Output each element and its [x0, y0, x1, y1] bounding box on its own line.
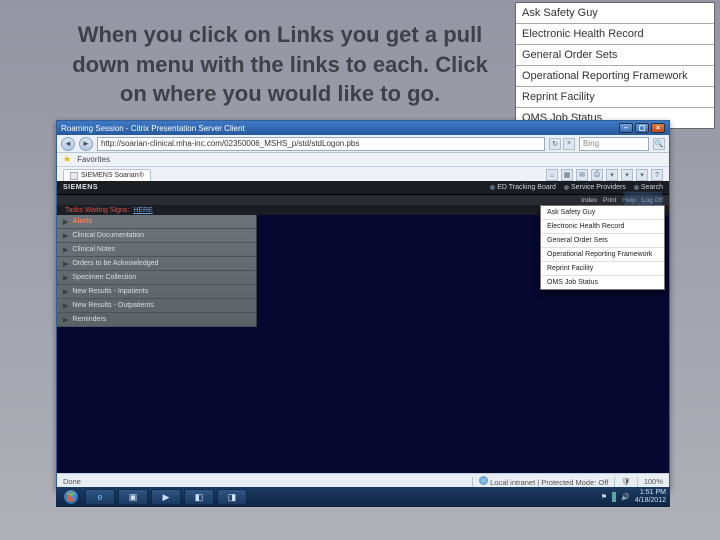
system-tray: ⚑ 🔊 1:51 PM 4/18/2012 — [601, 489, 666, 504]
minimize-button[interactable]: – — [619, 123, 633, 133]
tray-sound-icon[interactable]: 🔊 — [621, 493, 630, 501]
alert-link[interactable]: HERE — [133, 207, 152, 214]
refresh-icon[interactable]: ↻ — [549, 138, 561, 150]
home-icon[interactable]: ⌂ — [546, 169, 558, 181]
callout-item[interactable]: Ask Safety Guy — [516, 3, 714, 24]
soarian-app: SIEMENS ED Tracking Board Service Provid… — [57, 181, 669, 473]
favorites-star-icon[interactable]: ★ — [63, 154, 71, 165]
browser-nav-row: ◄ ► http://soarian-clinical.mha-inc.com/… — [57, 135, 669, 153]
links-dropdown-item[interactable]: Ask Safety Guy — [541, 206, 664, 220]
links-dropdown-item[interactable]: Reprint Facility — [541, 262, 664, 276]
appbar-link-ed-tracking[interactable]: ED Tracking Board — [490, 184, 556, 191]
chevron-right-icon: ▶ — [63, 246, 68, 254]
leftpanel-item-alerts[interactable]: ▶Alerts — [57, 215, 256, 229]
tab-strip: SIEMENS Soarian® ⌂ ▦ ✉ ⎙ ▾ ▾ ▾ ? — [57, 167, 669, 181]
leftpanel-item[interactable]: ▶Clinical Notes — [57, 243, 256, 257]
taskbar-explorer-button[interactable]: ▣ — [118, 489, 148, 505]
slide-headline: When you click on Links you get a pull d… — [70, 20, 490, 109]
mail-icon[interactable]: ✉ — [576, 169, 588, 181]
callout-item[interactable]: Reprint Facility — [516, 87, 714, 108]
print-icon[interactable]: ⎙ — [591, 169, 603, 181]
windows-taskbar: e ▣ ▶ ◧ ◨ ⚑ 🔊 1:51 PM 4/18/2012 — [56, 487, 670, 507]
chevron-right-icon: ▶ — [63, 232, 68, 240]
back-button[interactable]: ◄ — [61, 137, 75, 151]
browser-tab[interactable]: SIEMENS Soarian® — [63, 169, 151, 181]
callout-item[interactable]: Electronic Health Record — [516, 24, 714, 45]
close-button[interactable]: × — [651, 123, 665, 133]
taskbar-media-button[interactable]: ▶ — [151, 489, 181, 505]
windows-orb-icon — [63, 489, 79, 505]
window-titlebar: Roaming Session - Citrix Presentation Se… — [57, 121, 669, 135]
globe-icon — [479, 476, 488, 485]
appbar-link-search[interactable]: Search — [634, 184, 663, 191]
links-dropdown-item[interactable]: General Order Sets — [541, 234, 664, 248]
chevron-right-icon: ▶ — [63, 274, 68, 282]
chevron-right-icon: ▶ — [63, 316, 68, 324]
help-icon[interactable]: ? — [651, 169, 663, 181]
brand-label: SIEMENS — [63, 184, 98, 191]
status-zoom[interactable]: 100% — [644, 477, 663, 486]
tray-clock[interactable]: 1:51 PM 4/18/2012 — [635, 489, 666, 504]
page-menu-icon[interactable]: ▾ — [606, 169, 618, 181]
favorites-bar: ★ Favorites — [57, 153, 669, 167]
links-dropdown-item[interactable]: Operational Reporting Framework — [541, 248, 664, 262]
links-dropdown: Ask Safety Guy Electronic Health Record … — [540, 205, 665, 290]
app-sub-bar: Index Print Help Log Off — [57, 195, 669, 205]
maximize-button[interactable]: ▢ — [635, 123, 649, 133]
links-dropdown-item[interactable]: Electronic Health Record — [541, 220, 664, 234]
subbar-print[interactable]: Print — [603, 197, 616, 204]
leftpanel-item[interactable]: ▶New Results - Inpatients — [57, 285, 256, 299]
status-security-icon: 🛡 — [621, 477, 631, 486]
tray-network-icon[interactable] — [612, 492, 616, 502]
callout-item[interactable]: Operational Reporting Framework — [516, 66, 714, 87]
chevron-right-icon: ▶ — [63, 218, 68, 226]
callout-links-list: Ask Safety Guy Electronic Health Record … — [515, 2, 715, 129]
callout-item[interactable]: General Order Sets — [516, 45, 714, 66]
favorites-label[interactable]: Favorites — [77, 155, 110, 164]
subbar-logoff[interactable]: Log Off — [642, 197, 663, 204]
status-left: Done — [63, 477, 466, 486]
divider — [637, 477, 638, 487]
tray-flag-icon[interactable]: ⚑ — [601, 493, 607, 501]
page-icon — [70, 172, 78, 180]
browser-window: Roaming Session - Citrix Presentation Se… — [56, 120, 670, 490]
search-box[interactable]: Bing — [579, 137, 649, 151]
appbar-link-service-providers[interactable]: Service Providers — [564, 184, 626, 191]
app-left-panel: ▶Alerts ▶Clinical Documentation ▶Clinica… — [57, 215, 257, 327]
subbar-help[interactable]: Help — [622, 197, 635, 204]
bullet-icon — [490, 185, 495, 190]
leftpanel-item[interactable]: ▶Reminders — [57, 313, 256, 327]
taskbar-ie-button[interactable]: e — [85, 489, 115, 505]
feeds-icon[interactable]: ▦ — [561, 169, 573, 181]
leftpanel-item[interactable]: ▶New Results - Outpatients — [57, 299, 256, 313]
address-bar[interactable]: http://soarian-clinical.mha-inc.com/0235… — [97, 137, 545, 151]
subbar-index[interactable]: Index — [581, 197, 597, 204]
taskbar-app-button[interactable]: ◧ — [184, 489, 214, 505]
window-title: Roaming Session - Citrix Presentation Se… — [61, 124, 619, 133]
tools-menu-icon[interactable]: ▾ — [636, 169, 648, 181]
start-button[interactable] — [60, 487, 82, 507]
links-dropdown-item[interactable]: OMS Job Status — [541, 276, 664, 289]
forward-button[interactable]: ► — [79, 137, 93, 151]
safety-menu-icon[interactable]: ▾ — [621, 169, 633, 181]
divider — [614, 477, 615, 487]
bullet-icon — [564, 185, 569, 190]
leftpanel-item[interactable]: ▶Clinical Documentation — [57, 229, 256, 243]
chevron-right-icon: ▶ — [63, 260, 68, 268]
chevron-right-icon: ▶ — [63, 302, 68, 310]
tab-label: SIEMENS Soarian® — [81, 170, 144, 181]
divider — [472, 477, 473, 487]
alert-text: Tasks Waiting Signs: — [65, 207, 129, 214]
search-icon[interactable]: 🔍 — [653, 138, 665, 150]
app-top-bar: SIEMENS ED Tracking Board Service Provid… — [57, 181, 669, 195]
taskbar-app-button[interactable]: ◨ — [217, 489, 247, 505]
leftpanel-item[interactable]: ▶Specimen Collection — [57, 271, 256, 285]
status-zone: Local intranet | Protected Mode: Off — [479, 476, 608, 487]
stop-icon[interactable]: × — [563, 138, 575, 150]
chevron-right-icon: ▶ — [63, 288, 68, 296]
leftpanel-item[interactable]: ▶Orders to be Acknowledged — [57, 257, 256, 271]
bullet-icon — [634, 185, 639, 190]
